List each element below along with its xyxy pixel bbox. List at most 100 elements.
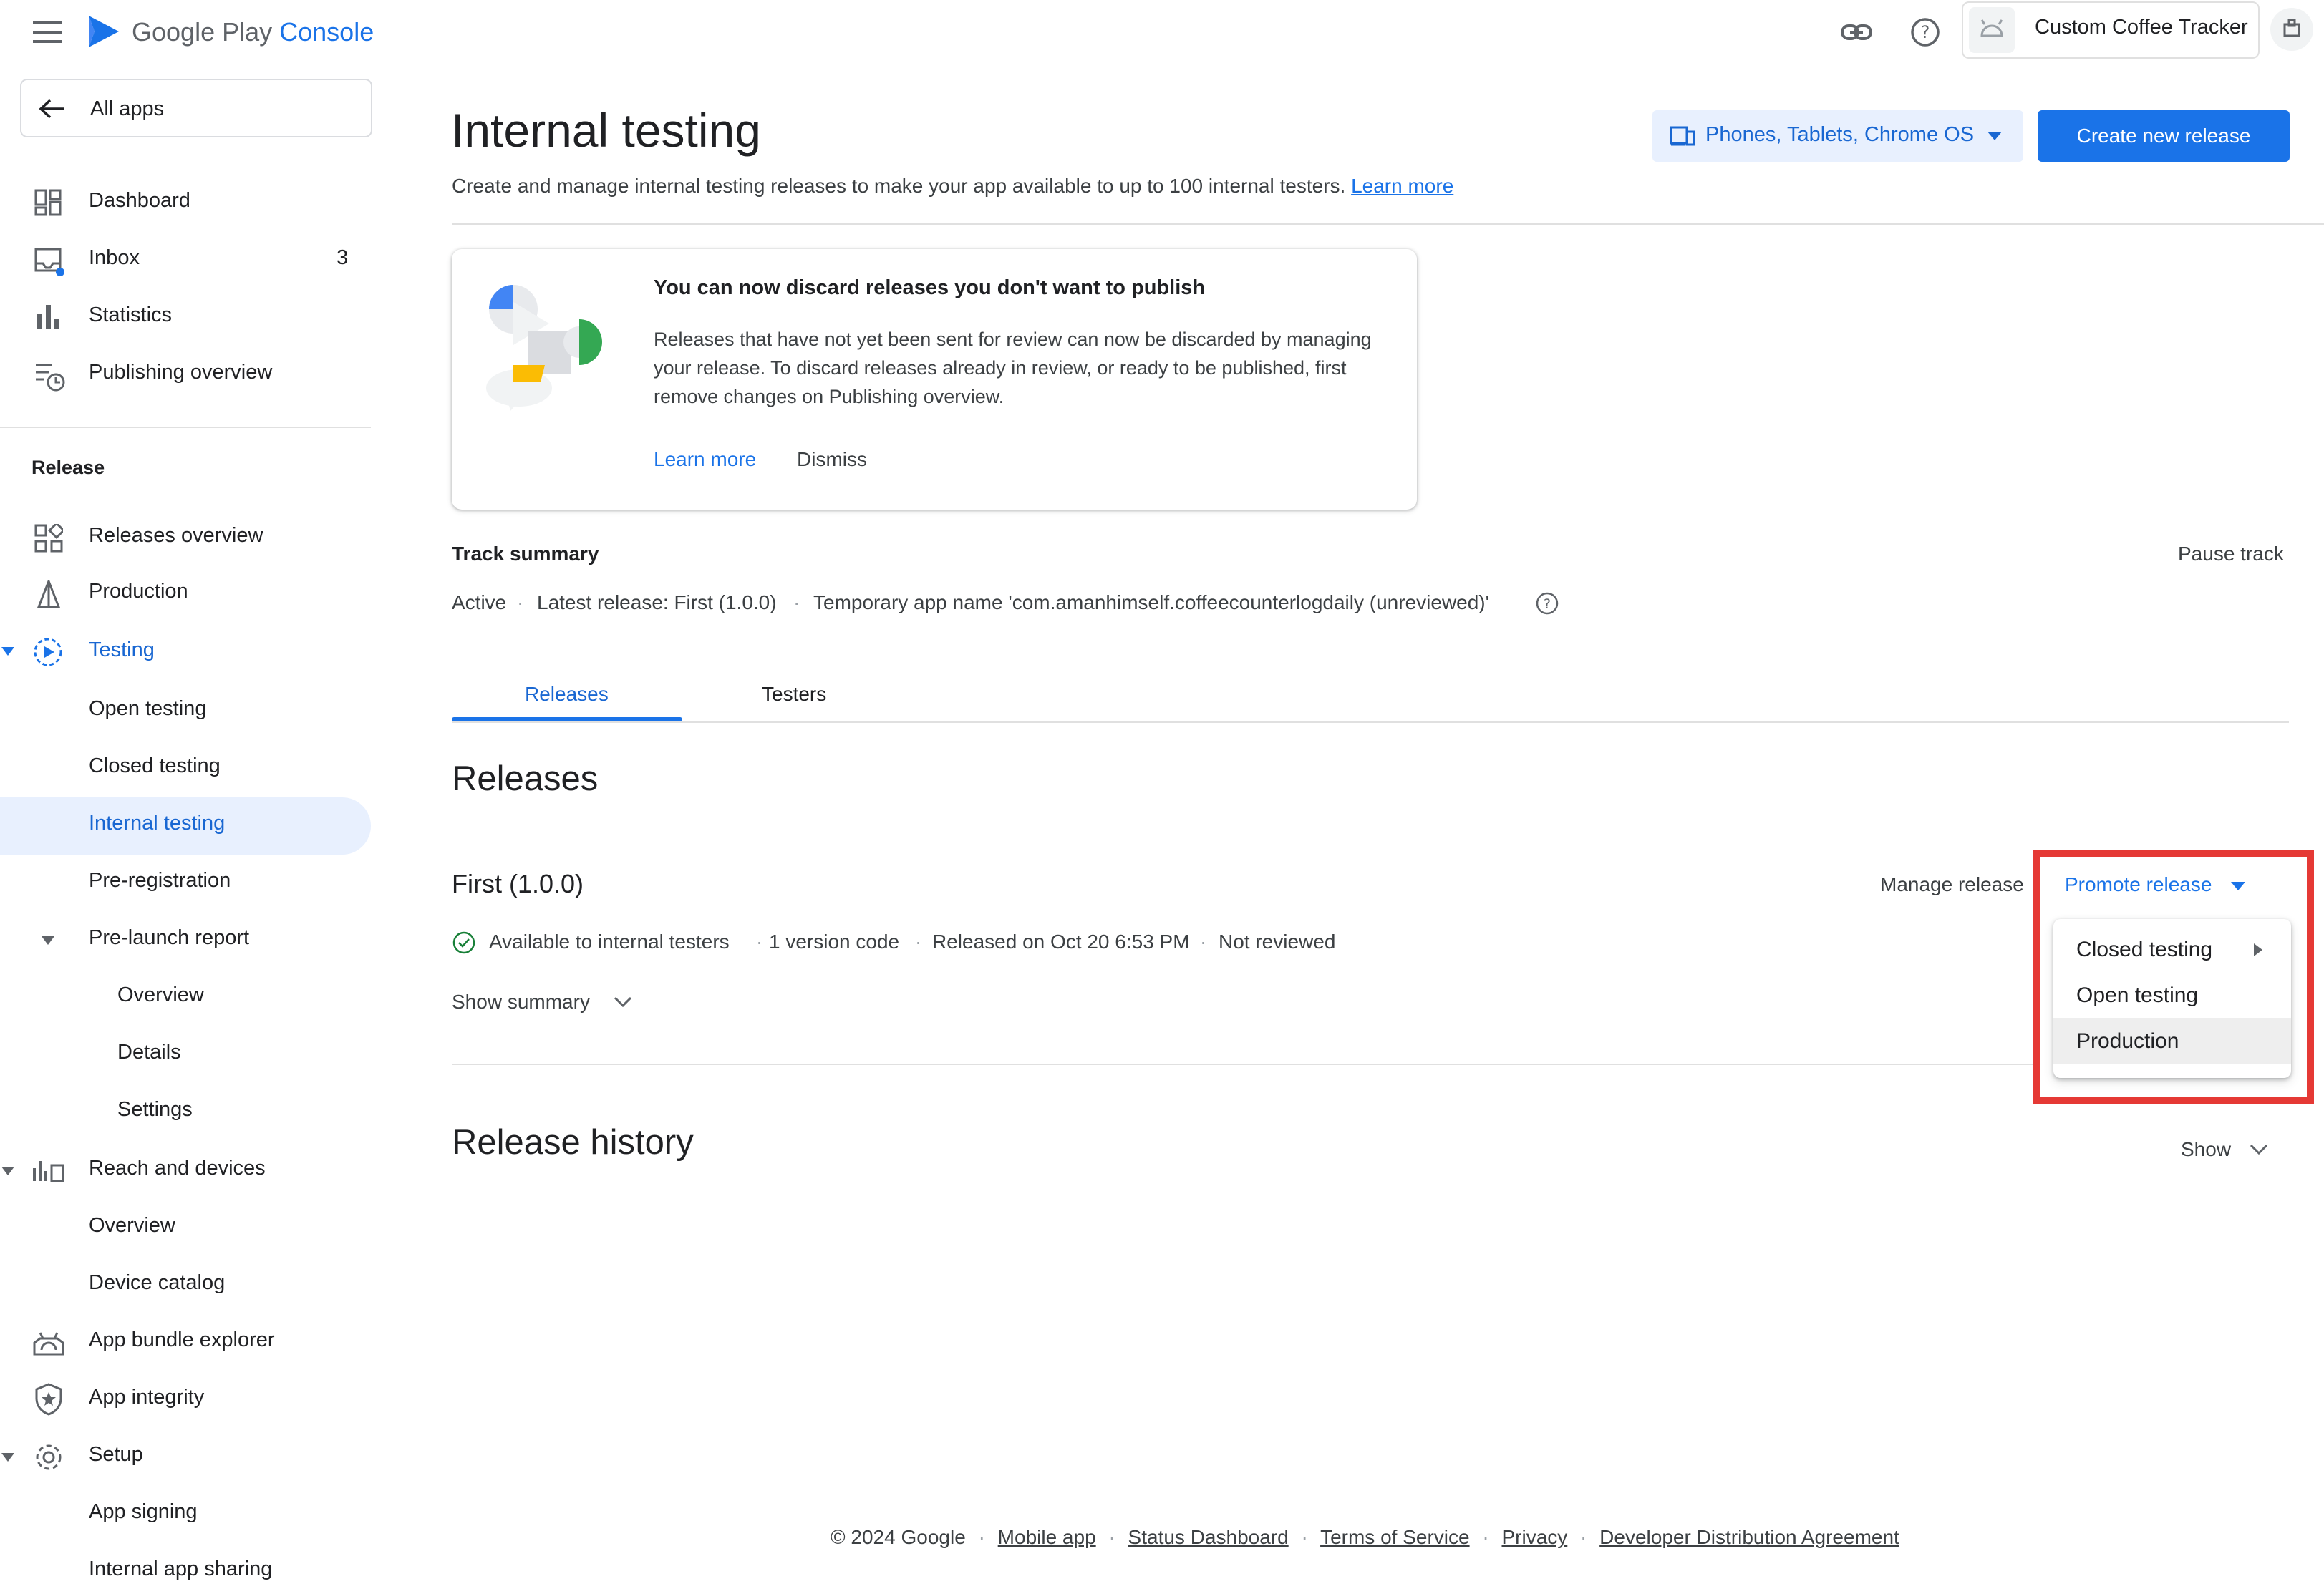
devices-icon: [1670, 125, 1695, 147]
svg-text:?: ?: [1544, 596, 1551, 612]
sidebar-item-label: Production: [89, 580, 188, 603]
sidebar-item-label: App integrity: [89, 1386, 205, 1409]
tab-releases[interactable]: Releases: [525, 683, 609, 706]
sidebar-item-open-testing[interactable]: Open testing: [89, 697, 206, 721]
sidebar-item-label: Pre-launch report: [89, 926, 250, 949]
footer-link-dda[interactable]: Developer Distribution Agreement: [1599, 1526, 1899, 1548]
release-date: Released on Oct 20 6:53 PM: [932, 930, 1190, 953]
sidebar-item-internal-testing[interactable]: Internal testing: [0, 797, 371, 855]
bar-chart-icon: [36, 303, 62, 329]
dropdown-arrow-icon: [1987, 132, 2002, 140]
sidebar-item-plr-settings[interactable]: Settings: [117, 1098, 193, 1122]
create-new-release-button[interactable]: Create new release: [2038, 110, 2290, 162]
card-learn-more-button[interactable]: Learn more: [654, 448, 756, 471]
footer-link-status-dashboard[interactable]: Status Dashboard: [1128, 1526, 1289, 1548]
inbox-icon: [34, 246, 64, 276]
play-console-logo-icon[interactable]: [86, 13, 122, 50]
track-status: Active: [452, 591, 507, 613]
sidebar-item-label: Testing: [89, 638, 155, 661]
inbox-count-badge: 3: [337, 246, 349, 269]
release-review-status: Not reviewed: [1219, 930, 1336, 953]
release-name: First (1.0.0): [452, 869, 584, 898]
menu-icon[interactable]: [33, 20, 62, 44]
caret-down-icon: [1, 647, 14, 656]
brand-title[interactable]: Google Play Console: [132, 17, 374, 47]
manage-release-button[interactable]: Manage release: [1880, 873, 2024, 896]
pause-track-button[interactable]: Pause track: [2178, 543, 2284, 565]
tab-testers[interactable]: Testers: [762, 683, 826, 706]
brand-console: Console: [279, 17, 374, 47]
footer-copyright: © 2024 Google: [831, 1526, 966, 1548]
sidebar-item-label: Publishing overview: [89, 361, 273, 384]
sidebar-item-internal-app-sharing[interactable]: Internal app sharing: [89, 1558, 272, 1581]
android-app-icon: [1969, 7, 2015, 53]
account-icon[interactable]: [2270, 7, 2314, 52]
sidebar-item-label: Setup: [89, 1443, 143, 1466]
sidebar-item-plr-overview[interactable]: Overview: [117, 983, 204, 1007]
app-name: Custom Coffee Tracker: [2035, 16, 2248, 39]
sidebar-item-pre-registration[interactable]: Pre-registration: [89, 869, 231, 893]
sidebar-divider: [0, 427, 371, 428]
separator-dot: ·: [517, 591, 524, 613]
separator-dot: ·: [915, 930, 922, 953]
sidebar-item-closed-testing[interactable]: Closed testing: [89, 754, 221, 778]
caret-down-icon: [1, 1167, 14, 1175]
footer-link-mobile-app[interactable]: Mobile app: [998, 1526, 1096, 1548]
header-divider: [452, 223, 2324, 225]
chevron-down-icon: [2250, 1144, 2268, 1155]
show-summary-label: Show summary: [452, 991, 590, 1013]
release-availability: Available to internal testers: [489, 930, 730, 953]
track-summary-heading: Track summary: [452, 543, 599, 565]
check-circle-icon: [452, 930, 476, 955]
releases-overview-icon: [34, 524, 63, 553]
caret-down-icon: [42, 936, 54, 945]
track-temp-app-name: Temporary app name 'com.amanhimself.coff…: [813, 591, 1489, 613]
shield-icon: [34, 1383, 63, 1416]
sidebar-item-label: Statistics: [89, 303, 173, 326]
app-switcher[interactable]: Custom Coffee Tracker: [1962, 1, 2260, 59]
page-subtitle-text: Create and manage internal testing relea…: [452, 175, 1346, 197]
caret-down-icon: [1, 1453, 14, 1462]
footer-link-privacy[interactable]: Privacy: [1501, 1526, 1567, 1548]
release-history-show-button[interactable]: Show: [2181, 1138, 2268, 1161]
sidebar-item-label: Inbox: [89, 246, 140, 269]
releases-heading: Releases: [452, 759, 599, 798]
all-apps-button[interactable]: All apps: [20, 79, 372, 137]
card-title: You can now discard releases you don't w…: [654, 276, 1206, 299]
separator-dot: ·: [756, 930, 763, 953]
highlight-annotation-box: [2033, 850, 2314, 1104]
release-divider: [452, 1064, 2034, 1065]
learn-more-link[interactable]: Learn more: [1351, 175, 1453, 197]
help-icon[interactable]: ?: [1535, 591, 1559, 616]
footer: © 2024 Google · Mobile app · Status Dash…: [831, 1526, 1899, 1548]
release-version-codes: 1 version code: [769, 930, 900, 953]
tabs-divider: [452, 721, 2289, 723]
page-title: Internal testing: [451, 104, 761, 157]
sidebar-item-plr-details[interactable]: Details: [117, 1041, 181, 1064]
track-latest-release: Latest release: First (1.0.0): [537, 591, 777, 613]
device-type-selector[interactable]: Phones, Tablets, Chrome OS: [1652, 110, 2023, 162]
reach-devices-icon: [32, 1157, 66, 1182]
release-history-heading: Release history: [452, 1123, 694, 1162]
sidebar-item-app-signing[interactable]: App signing: [89, 1500, 198, 1524]
chevron-down-icon: [614, 996, 632, 1008]
sidebar-item-rd-overview[interactable]: Overview: [89, 1214, 175, 1238]
help-icon[interactable]: ?: [1910, 17, 1940, 47]
footer-link-terms[interactable]: Terms of Service: [1320, 1526, 1470, 1548]
show-summary-button[interactable]: Show summary: [452, 991, 632, 1014]
testing-icon: [33, 637, 63, 667]
sidebar-item-label: Internal testing: [89, 812, 226, 835]
illustration-icon: [485, 281, 614, 417]
dashboard-icon: [34, 189, 62, 216]
separator-dot: ·: [793, 591, 800, 613]
card-dismiss-button[interactable]: Dismiss: [797, 448, 867, 471]
sidebar-item-label: Dashboard: [89, 189, 190, 212]
sidebar-item-label: App bundle explorer: [89, 1328, 275, 1351]
link-icon[interactable]: [1840, 20, 1873, 44]
production-icon: [36, 580, 62, 608]
arrow-back-icon: [37, 97, 66, 120]
sidebar-item-device-catalog[interactable]: Device catalog: [89, 1271, 225, 1295]
sidebar-section-release: Release: [32, 457, 105, 478]
all-apps-label: All apps: [90, 97, 165, 120]
separator-dot: ·: [1200, 930, 1207, 953]
